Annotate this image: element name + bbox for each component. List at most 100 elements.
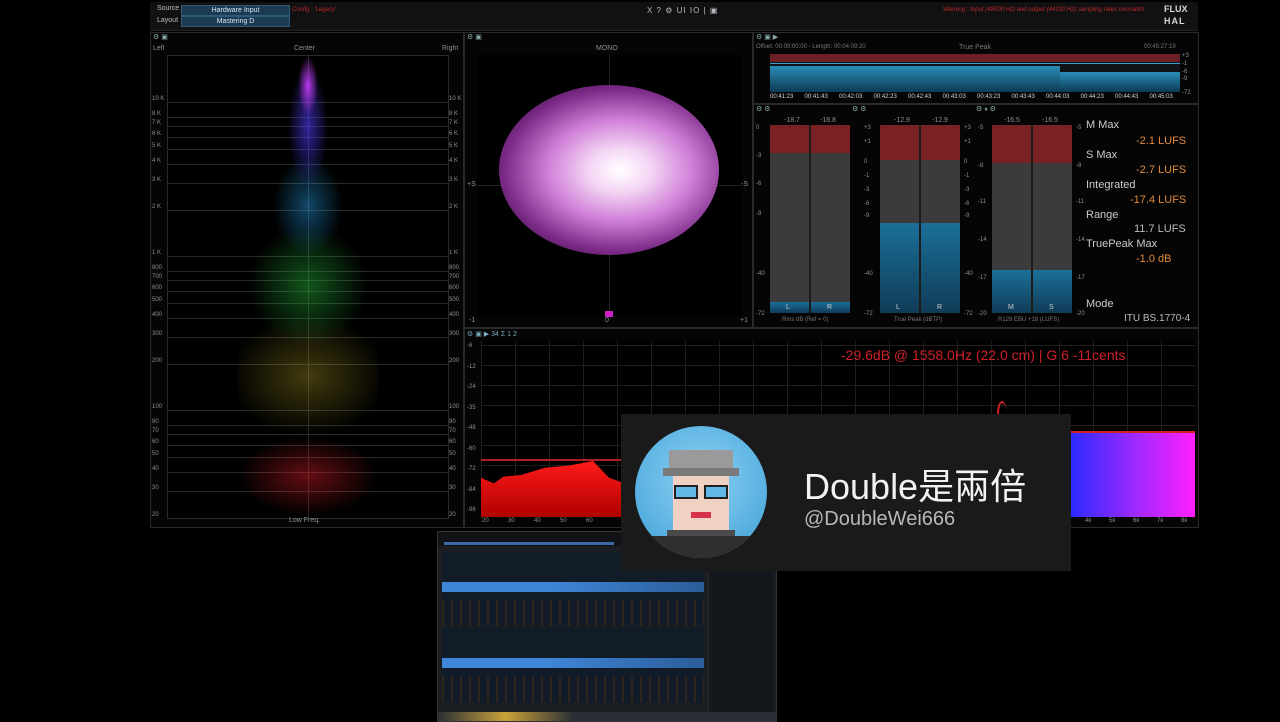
meter-scale-tick: -3 — [964, 187, 970, 193]
meter-scale-tick: -5 — [1076, 125, 1082, 131]
freq-tick-left: 700 — [152, 274, 163, 281]
meter-scale-tick: -72 — [964, 311, 973, 317]
meter-scale-tick: -6 — [756, 181, 762, 187]
meter-scale-tick: 0 — [864, 159, 868, 165]
history-settings-icon[interactable]: ⚙ ▣ ▶ — [756, 33, 778, 41]
sample-rate-warning: Warning : Input (48000 Hz) and output (4… — [943, 7, 1145, 13]
freq-tick-left: 10 K — [152, 96, 165, 103]
rms-channel-r: R — [827, 304, 833, 311]
source-label: Source — [157, 5, 180, 12]
config-text: Config : 'Legacy' — [292, 7, 336, 13]
daw-track-2[interactable] — [442, 628, 704, 702]
freq-tick-left: 8 K — [152, 111, 162, 118]
vectorscope-settings-icon[interactable]: ⚙ ▣ — [467, 33, 482, 41]
freq-tick-right: 100 — [449, 404, 460, 411]
loudness-bars — [992, 125, 1072, 313]
loud-reading-s: -16.5 — [1042, 117, 1058, 124]
stereo-spectrum-panel: ⚙ ▣ Left Center Right 10 K 8 K 7 K 6 K 5 K 4 … — [150, 32, 464, 528]
meter-scale-tick: -17 — [978, 275, 987, 281]
freq-tick-right: 60 — [449, 438, 456, 445]
timeline-label: 00:43:23 — [977, 94, 1001, 100]
vectorscope-title: MONO — [596, 45, 618, 52]
meter-scale-tick: -20 — [1076, 311, 1085, 317]
meter-scale-tick: -1 — [864, 173, 870, 179]
history-graph — [770, 54, 1180, 92]
analyzer-db-tick: -48 — [467, 425, 476, 431]
truepeak-level-bar — [880, 223, 919, 313]
freq-tick-right: 2 K — [449, 204, 459, 210]
rms-settings-icon[interactable]: ⚙ ⚙ — [756, 105, 771, 113]
loud-settings-icon[interactable]: ⚙ ⏸ ⚙ — [976, 105, 996, 114]
meter-scale-tick: -3 — [756, 153, 762, 159]
analyzer-db-tick: -84 — [467, 486, 476, 493]
analyzer-freq-tick: 5k — [1109, 518, 1116, 524]
analyzer-gridline-h — [481, 365, 1195, 366]
loud-caption: R128 EBU +18 (LUFS) — [998, 317, 1060, 323]
tp-channel-r: R — [937, 304, 943, 311]
tp-channel-l: L — [896, 304, 900, 311]
freq-tick-right: 800 — [449, 265, 460, 272]
layout-select[interactable]: Mastering D — [181, 16, 290, 27]
analyzer-freq-tick: 50 — [560, 518, 567, 524]
analyzer-db-tick: -96 — [467, 507, 476, 513]
freq-tick-left: 800 — [152, 265, 163, 272]
rms-meter: -18.7 -18.8 0 -3 -6 -9 -40 -72 L R Rms dB (Re… — [756, 115, 850, 327]
analyzer-db-tick: -72 — [467, 466, 476, 472]
analyzer-toolbar[interactable]: ⚙ ▣ ▶ 34 Σ 1 2 — [467, 330, 517, 338]
freq-tick-left: 2 K — [152, 204, 162, 210]
freq-tick-right: 3 K — [449, 176, 459, 183]
freq-tick-left: 500 — [152, 296, 163, 303]
rms-channel-l: L — [786, 304, 790, 311]
truepeak-max-value: -1.0 dB — [1136, 253, 1172, 265]
meter-scale-tick: -3 — [864, 187, 870, 193]
meter-scale-tick: -6 — [864, 201, 870, 207]
meter-scale-tick: -14 — [1076, 237, 1085, 243]
panel-settings-icon[interactable]: ⚙ ▣ — [153, 33, 168, 41]
analyzer-db-tick: -60 — [467, 445, 476, 452]
freq-tick-left: 30 — [152, 484, 159, 491]
meter-scale-tick: -72 — [756, 311, 765, 317]
analyzer-gridline-h — [481, 405, 1195, 406]
analyzer-db-tick: -6 — [467, 343, 473, 349]
meter-scale-tick: +1 — [864, 139, 871, 145]
source-select[interactable]: Hardware Input — [181, 5, 290, 16]
meter-scale-tick: -17 — [1076, 275, 1085, 281]
meters-panel: ⚙ ⚙ ⚙ ⚙ ⚙ ⏸ ⚙ -18.7 -18.8 0 -3 -6 -9 -40 -72 … — [753, 104, 1199, 328]
low-freq-label: Low Freq. — [289, 517, 321, 524]
s-max-value: -2.7 LUFS — [1136, 164, 1187, 176]
meter-scale-tick: -40 — [756, 271, 765, 277]
tp-settings-icon[interactable]: ⚙ ⚙ — [852, 105, 867, 113]
meter-scale-tick: -14 — [978, 237, 987, 243]
window-controls[interactable]: X ? ⚙ UI IO | ▣ — [647, 6, 718, 15]
freq-tick-left: 80 — [152, 419, 159, 426]
meter-scale-tick: -40 — [964, 271, 973, 277]
spectrum-plot — [167, 55, 449, 519]
channel-avatar — [635, 426, 767, 558]
vs-left-tick: +S — [467, 181, 476, 188]
analyzer-db-tick: -35 — [467, 404, 476, 411]
rms-caption: Rms dB (Ref = 0) — [782, 317, 829, 323]
top-toolbar: Source Hardware Input Layout Mastering D… — [150, 2, 1198, 31]
history-right-tick: -1 — [1182, 61, 1188, 67]
m-max-label: M Max — [1086, 119, 1119, 131]
analyzer-gridline-h — [481, 385, 1195, 386]
meter-scale-tick: -8 — [978, 163, 984, 169]
timeline-label: 00:42:23 — [873, 94, 897, 100]
analyzer-freq-tick: 8k — [1181, 518, 1188, 524]
integrated-value: -17.4 LUFS — [1130, 194, 1187, 206]
range-value: 11.7 LUFS — [1134, 223, 1186, 235]
freq-tick-right: 7 K — [449, 120, 459, 127]
truepeak-meter: -12.9 -12.9 +3 +1 0 -1 -3 -6 -9 -40 -72 +3 +1 0 -1 -3… — [864, 115, 974, 327]
meter-scale-tick: +1 — [964, 139, 971, 145]
vs-bottom-center: 0 — [605, 317, 609, 324]
freq-tick-right: 50 — [449, 450, 456, 457]
freq-tick-right: 4 K — [449, 157, 459, 164]
freq-tick-left: 20 — [152, 512, 159, 518]
freq-tick-left: 6 K — [152, 130, 162, 137]
meter-scale-tick: -40 — [864, 271, 873, 277]
history-right-tick: -6 — [1182, 69, 1188, 75]
freq-tick-right: 70 — [449, 428, 456, 435]
analyzer-spectrum-high — [1071, 433, 1195, 517]
history-title: True Peak — [959, 44, 992, 51]
daw-side-panel[interactable] — [708, 552, 773, 716]
